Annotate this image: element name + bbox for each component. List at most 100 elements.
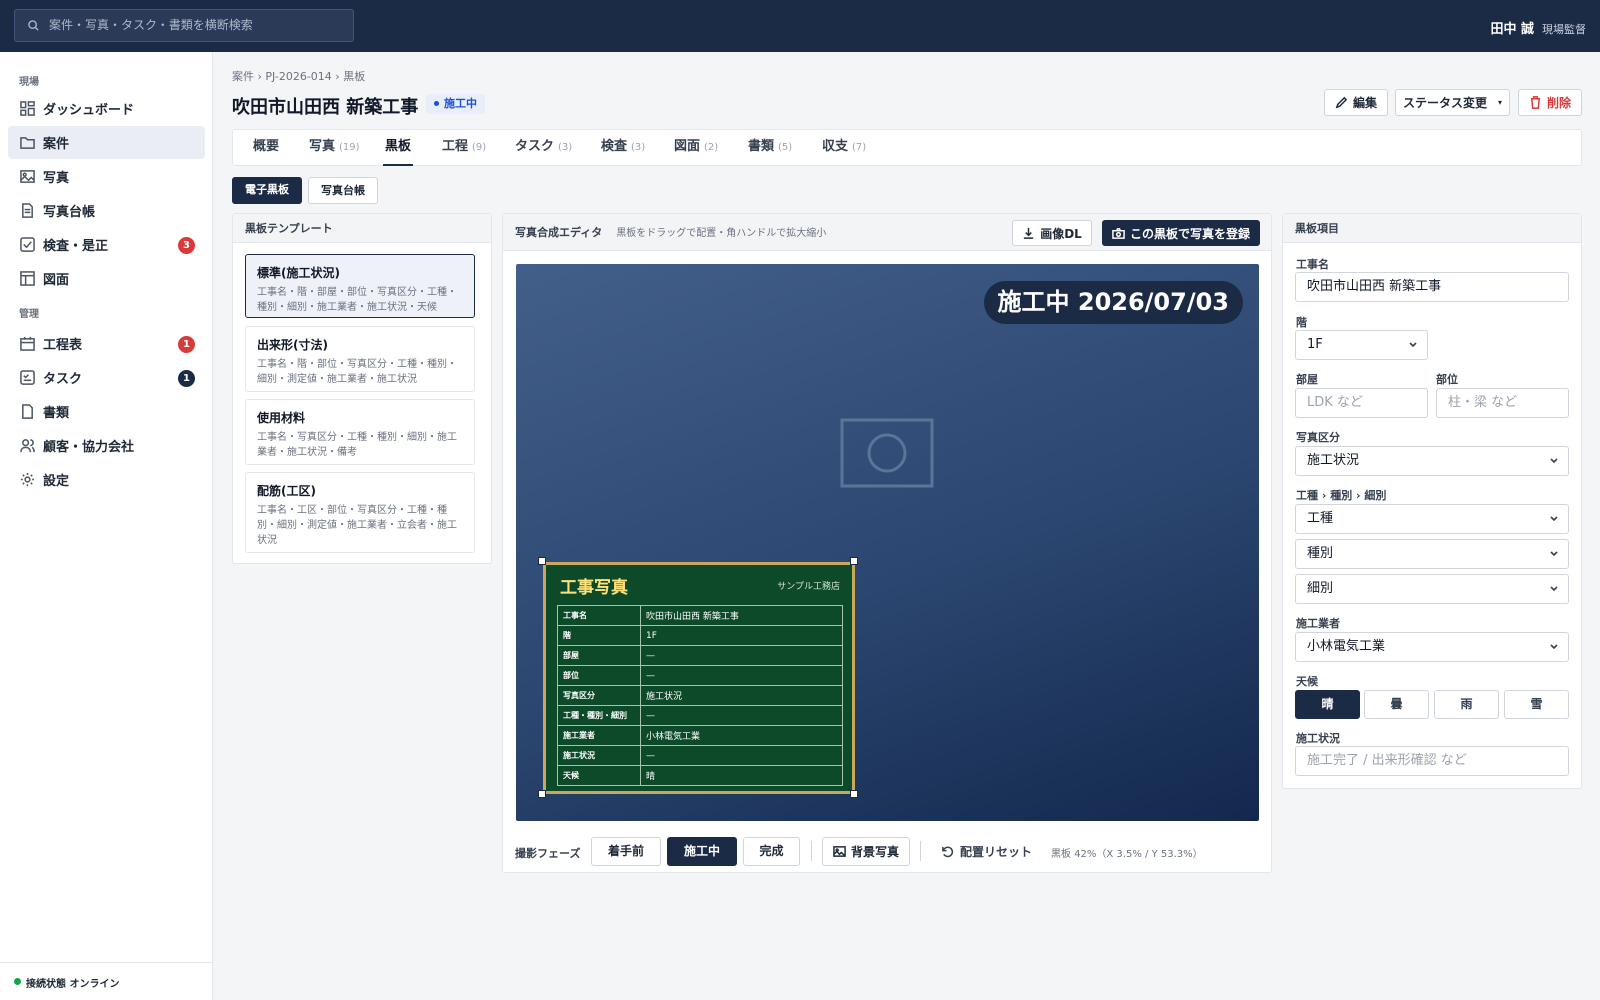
pencil-icon xyxy=(1335,96,1348,109)
background-photo-button[interactable]: 背景写真 xyxy=(822,837,910,866)
sidebar-item-label: ダッシュボード xyxy=(43,103,135,118)
sidebar-item-label: 顧客・協力会社 xyxy=(43,440,135,455)
resize-handle-top-left[interactable] xyxy=(538,557,546,565)
tab-inspection[interactable]: 検査 (3) xyxy=(601,130,645,166)
trash-icon xyxy=(1530,96,1541,109)
image-icon xyxy=(833,846,846,857)
photo-type-select[interactable]: 施工状況 xyxy=(1295,446,1569,476)
weather-cloudy-button[interactable]: 曇 xyxy=(1364,690,1429,719)
board-company: サンプル工務店 xyxy=(777,582,840,592)
sidebar-item-documents[interactable]: 書類 xyxy=(8,395,205,428)
dashboard-icon xyxy=(20,101,35,116)
sidebar-item-projects[interactable]: 案件 xyxy=(8,126,205,159)
subtab-photo-ledger[interactable]: 写真台帳 xyxy=(308,177,378,204)
divider xyxy=(811,841,812,861)
inspection-count-badge: 3 xyxy=(178,237,195,254)
sidebar-item-settings[interactable]: 設定 xyxy=(8,463,205,496)
template-item[interactable]: 標準(施工状況) 工事名・階・部屋・部位・写真区分・工種・種別・細別・施工業者・施… xyxy=(245,254,475,318)
work-type-select[interactable]: 工種 xyxy=(1295,504,1569,534)
work-detail-select[interactable]: 細別 xyxy=(1295,574,1569,604)
user-role: 現場監督 xyxy=(1542,23,1586,36)
part-input[interactable]: 柱・梁 など xyxy=(1436,388,1569,418)
construction-blackboard[interactable]: 工事写真 サンプル工務店 工事名 吹田市山田西 新築工事 階 1F 部屋 — 部位 — … xyxy=(543,562,855,794)
sidebar-item-drawings[interactable]: 図面 xyxy=(8,262,205,295)
template-item[interactable]: 配筋(工区) 工事名・工区・部位・写真区分・工種・種別・細別・測定値・施工業者・立… xyxy=(245,472,475,553)
status-change-button[interactable]: ステータス変更 ▾ xyxy=(1395,89,1510,116)
folder-icon xyxy=(20,137,35,149)
contractor-select[interactable]: 小林電気工業 xyxy=(1295,632,1569,662)
board-row: 工事名 吹田市山田西 新築工事 xyxy=(557,605,843,626)
reset-layout-button[interactable]: 配置リセット xyxy=(941,838,1032,865)
sidebar-item-inspection[interactable]: 検査・是正 3 xyxy=(8,228,205,261)
board-row: 写真区分 施工状況 xyxy=(557,685,843,706)
edit-button[interactable]: 編集 xyxy=(1324,89,1388,116)
resize-handle-bottom-right[interactable] xyxy=(850,790,858,798)
sidebar-item-dashboard[interactable]: ダッシュボード xyxy=(8,92,205,125)
construction-status-input[interactable]: 施工完了 / 出来形確認 など xyxy=(1295,746,1569,776)
resize-handle-bottom-left[interactable] xyxy=(538,790,546,798)
floor-select[interactable]: 1F xyxy=(1295,330,1428,360)
field-label: 部屋 xyxy=(1296,373,1318,386)
sidebar-section-manage: 管理 xyxy=(19,309,39,320)
board-row: 部位 — xyxy=(557,665,843,686)
tab-tasks[interactable]: タスク (3) xyxy=(515,130,572,166)
work-class-select[interactable]: 種別 xyxy=(1295,539,1569,569)
search-icon xyxy=(28,20,39,31)
phase-during-button[interactable]: 施工中 xyxy=(667,837,737,866)
sidebar-item-schedule[interactable]: 工程表 1 xyxy=(8,327,205,360)
sidebar-item-photos[interactable]: 写真 xyxy=(8,160,205,193)
subtab-electronic-board[interactable]: 電子黒板 xyxy=(232,177,302,204)
layout-icon xyxy=(20,271,35,286)
project-name-field[interactable]: 吹田市山田西 新築工事 xyxy=(1295,272,1569,302)
sidebar-item-tasks[interactable]: タスク 1 xyxy=(8,361,205,394)
board-row: 施工状況 — xyxy=(557,745,843,766)
breadcrumb[interactable]: 案件 › PJ-2026-014 › 黒板 xyxy=(232,68,365,84)
board-title: 工事写真 xyxy=(560,578,628,598)
resize-handle-top-right[interactable] xyxy=(850,557,858,565)
image-download-button[interactable]: 画像DL xyxy=(1012,220,1092,246)
global-search-input[interactable]: 案件・写真・タスク・書類を横断検索 xyxy=(14,9,354,42)
tab-process[interactable]: 工程 (9) xyxy=(442,130,486,166)
register-photo-button[interactable]: この黒板で写真を登録 xyxy=(1102,220,1260,246)
search-placeholder: 案件・写真・タスク・書類を横断検索 xyxy=(49,18,253,32)
delete-button[interactable]: 削除 xyxy=(1518,89,1582,116)
template-panel-title: 黒板テンプレート xyxy=(233,214,491,243)
weather-rain-button[interactable]: 雨 xyxy=(1434,690,1499,719)
sidebar-item-label: 検査・是正 xyxy=(43,239,109,254)
weather-snow-button[interactable]: 雪 xyxy=(1504,690,1569,719)
sidebar-section-site: 現場 xyxy=(19,77,39,88)
phase-before-button[interactable]: 着手前 xyxy=(591,837,661,866)
weather-sunny-button[interactable]: 晴 xyxy=(1295,690,1360,719)
user-menu[interactable]: 田中 誠 現場監督 xyxy=(1490,18,1586,37)
template-panel: 黒板テンプレート 標準(施工状況) 工事名・階・部屋・部位・写真区分・工種・種別・… xyxy=(232,213,492,564)
field-label: 工種 › 種別 › 細別 xyxy=(1296,489,1387,502)
board-position-readout: 黒板 42%（X 3.5% / Y 53.3%） xyxy=(1051,849,1203,860)
divider xyxy=(920,841,921,861)
phase-complete-button[interactable]: 完成 xyxy=(743,837,800,866)
task-icon xyxy=(20,370,35,385)
chevron-down-icon xyxy=(1550,516,1558,522)
download-icon xyxy=(1024,227,1034,239)
project-tabs: 概要 写真 (19) 黒板 工程 (9) タスク (3) 検査 (3) 図面 (2) 書類… xyxy=(232,129,1582,166)
tab-blackboard[interactable]: 黒板 xyxy=(383,130,414,166)
sidebar-item-label: 書類 xyxy=(43,406,70,421)
room-input[interactable]: LDK など xyxy=(1295,388,1428,418)
sidebar-item-customers[interactable]: 顧客・協力会社 xyxy=(8,429,205,462)
sidebar-item-photo-ledger[interactable]: 写真台帳 xyxy=(8,194,205,227)
rotate-ccw-icon xyxy=(942,846,954,858)
sidebar-item-label: 工程表 xyxy=(43,338,83,353)
editor-title: 写真合成エディタ xyxy=(515,226,603,239)
top-bar: 案件・写真・タスク・書類を横断検索 田中 誠 現場監督 xyxy=(0,0,1600,52)
tab-finance[interactable]: 収支 (7) xyxy=(822,130,866,166)
template-item[interactable]: 使用材料 工事名・写真区分・工種・種別・細別・施工業者・施工状況・備考 xyxy=(245,399,475,465)
template-item[interactable]: 出来形(寸法) 工事名・階・部位・写真区分・工種・種別・細別・測定値・施工業者・施… xyxy=(245,326,475,392)
board-row: 工種・種別・細別 — xyxy=(557,705,843,726)
chevron-down-icon xyxy=(1550,586,1558,592)
tab-photos[interactable]: 写真 (19) xyxy=(309,130,360,166)
tab-drawings[interactable]: 図面 (2) xyxy=(674,130,718,166)
field-label: 施工業者 xyxy=(1296,617,1340,630)
tab-overview[interactable]: 概要 xyxy=(253,130,283,166)
sidebar-item-label: 設定 xyxy=(43,474,70,489)
tab-documents[interactable]: 書類 (5) xyxy=(748,130,792,166)
board-table: 工事名 吹田市山田西 新築工事 階 1F 部屋 — 部位 — 写真区分 施工状況 工種・種… xyxy=(557,605,843,786)
